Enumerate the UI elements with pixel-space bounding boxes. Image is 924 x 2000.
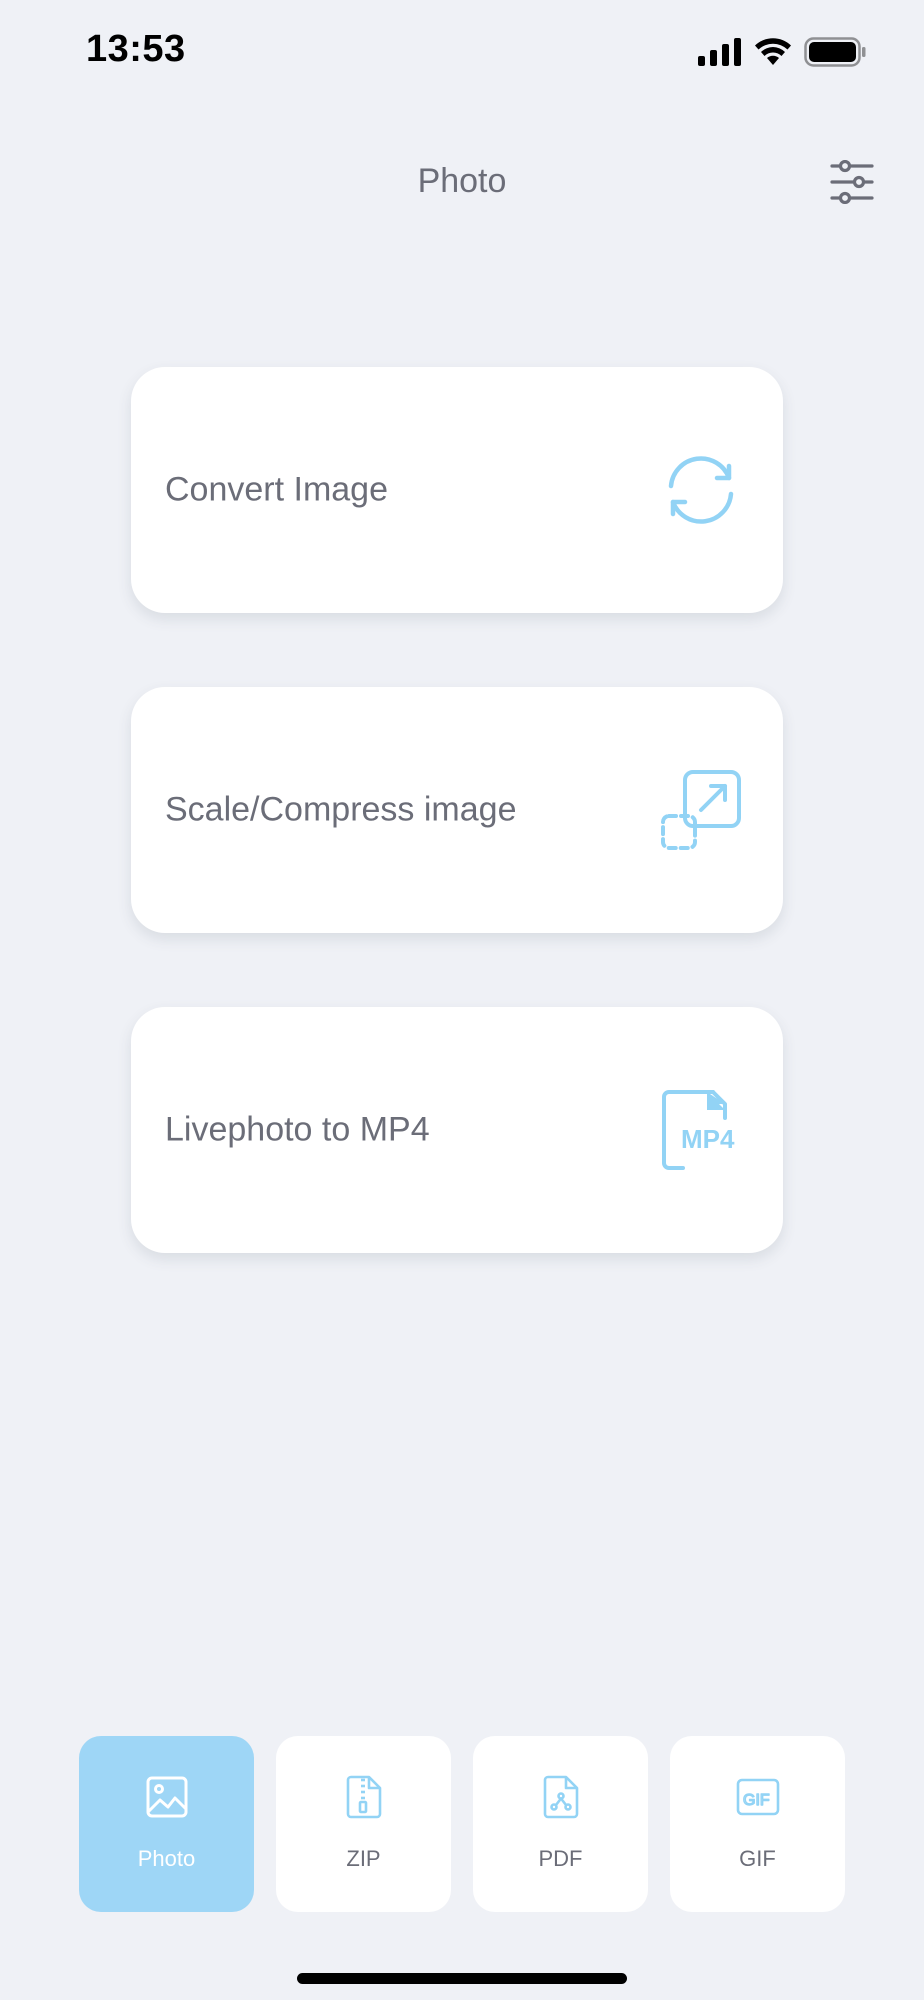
- cellular-signal-icon: [698, 38, 741, 66]
- status-bar: 13:53: [0, 0, 924, 106]
- svg-text:MP4: MP4: [681, 1124, 735, 1154]
- tab-label: GIF: [739, 1846, 776, 1871]
- pdf-file-icon: [543, 1775, 578, 1819]
- status-icons: [698, 36, 866, 68]
- livephoto-mp4-card[interactable]: Livephoto to MP4 MP4: [131, 1007, 783, 1253]
- tab-photo[interactable]: Photo: [79, 1736, 254, 1912]
- tab-label: PDF: [538, 1846, 583, 1871]
- scale-compress-card[interactable]: Scale/Compress image: [131, 687, 783, 933]
- home-indicator: [297, 1973, 627, 1984]
- card-label: Livephoto to MP4: [165, 1110, 430, 1149]
- tab-label: Photo: [137, 1846, 196, 1871]
- zip-file-icon: [346, 1775, 381, 1819]
- tab-pdf[interactable]: PDF: [473, 1736, 648, 1912]
- resize-icon: [661, 770, 741, 850]
- gif-icon: GIF: [736, 1778, 779, 1816]
- card-label: Scale/Compress image: [165, 790, 517, 829]
- bottom-tab-bar: Photo ZIP PDF GIF GIF: [79, 1736, 845, 1912]
- svg-text:GIF: GIF: [743, 1792, 770, 1809]
- image-icon: [146, 1776, 187, 1818]
- mp4-file-icon: MP4: [662, 1090, 735, 1170]
- tab-label: ZIP: [346, 1846, 381, 1871]
- settings-button[interactable]: [824, 154, 880, 210]
- sliders-icon: [830, 160, 874, 204]
- refresh-icon: [668, 456, 734, 524]
- battery-icon: [804, 37, 866, 67]
- header: Photo: [0, 140, 924, 226]
- convert-image-card[interactable]: Convert Image: [131, 367, 783, 613]
- tab-zip[interactable]: ZIP: [276, 1736, 451, 1912]
- status-time: 13:53: [86, 28, 186, 70]
- page-title: Photo: [417, 162, 507, 200]
- card-label: Convert Image: [165, 470, 388, 509]
- tab-gif[interactable]: GIF GIF: [670, 1736, 845, 1912]
- wifi-icon: [755, 38, 791, 65]
